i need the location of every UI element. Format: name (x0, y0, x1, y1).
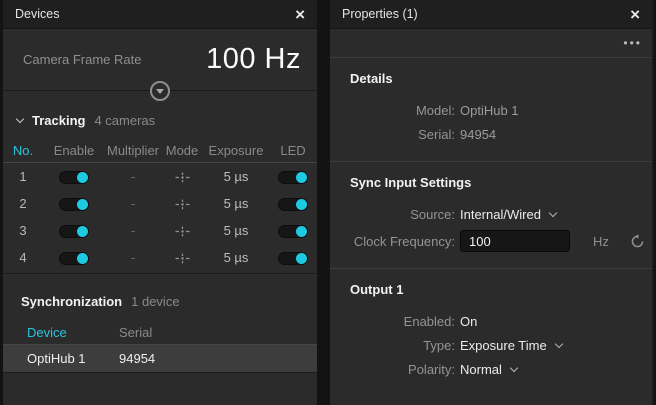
enable-toggle[interactable] (59, 198, 89, 211)
source-row: Source: Internal/Wired (330, 202, 652, 226)
polarity-label: Polarity: (330, 362, 460, 377)
sync-device-row[interactable]: OptiHub 1 94954 (3, 345, 317, 373)
sync-input-settings-title: Sync Input Settings (330, 175, 652, 190)
enable-toggle[interactable] (59, 171, 89, 184)
enabled-row: Enabled: On (330, 309, 652, 333)
multiplier-value: - (105, 196, 161, 211)
devices-panel-title: Devices (15, 7, 293, 21)
camera-frame-rate-label: Camera Frame Rate (23, 52, 206, 67)
column-header-led[interactable]: LED (269, 143, 317, 158)
tracking-camera-count: 4 cameras (94, 113, 155, 128)
chevron-down-icon (156, 89, 164, 94)
sync-table-header-row: Device Serial (3, 321, 317, 345)
serial-label: Serial: (330, 127, 460, 142)
model-value: OptiHub 1 (460, 103, 519, 118)
enabled-label: Enabled: (330, 314, 460, 329)
properties-titlebar: Properties (1) × (330, 0, 652, 29)
source-label: Source: (330, 207, 460, 222)
details-title: Details (330, 71, 652, 86)
exposure-value[interactable]: 5 µs (203, 169, 269, 184)
properties-close-icon[interactable]: × (628, 6, 642, 23)
camera-table-header-row: No. Enable Multiplier Mode Exposure LED (3, 138, 317, 163)
exposure-value[interactable]: 5 µs (203, 223, 269, 238)
column-header-mode[interactable]: Mode (161, 143, 203, 158)
led-toggle[interactable] (278, 171, 308, 184)
more-options-icon[interactable]: ••• (623, 40, 642, 46)
properties-toolbar: ••• (330, 29, 652, 58)
multiplier-value: - (105, 223, 161, 238)
led-toggle[interactable] (278, 225, 308, 238)
chevron-down-icon (16, 114, 24, 122)
column-header-device[interactable]: Device (27, 325, 119, 340)
chevron-down-icon (554, 340, 562, 348)
multiplier-value: - (105, 250, 161, 265)
camera-number: 2 (3, 196, 43, 211)
exposure-value[interactable]: 5 µs (203, 250, 269, 265)
clock-frequency-row: Clock Frequency: Hz (330, 229, 652, 253)
camera-row: 1 - 5 µs (3, 163, 317, 190)
type-dropdown[interactable]: Exposure Time (460, 338, 562, 353)
enabled-value[interactable]: On (460, 314, 477, 329)
column-header-exposure[interactable]: Exposure (203, 143, 269, 158)
model-row: Model: OptiHub 1 (330, 98, 652, 122)
column-header-no[interactable]: No. (3, 143, 43, 158)
tracking-title: Tracking (32, 113, 85, 128)
type-value: Exposure Time (460, 338, 547, 353)
column-header-serial[interactable]: Serial (119, 325, 317, 340)
device-serial: 94954 (119, 351, 317, 366)
type-row: Type: Exposure Time (330, 333, 652, 357)
camera-number: 1 (3, 169, 43, 184)
serial-value: 94954 (460, 127, 496, 142)
chevron-down-icon (549, 209, 557, 217)
details-section: Details Model: OptiHub 1 Serial: 94954 (330, 58, 652, 162)
sync-device-table: Device Serial OptiHub 1 94954 (3, 321, 317, 373)
clock-frequency-unit: Hz (593, 234, 609, 249)
source-dropdown[interactable]: Internal/Wired (460, 207, 556, 222)
camera-table: No. Enable Multiplier Mode Exposure LED … (3, 138, 317, 271)
mode-crosshair-icon[interactable] (175, 197, 190, 212)
properties-panel-title: Properties (1) (342, 7, 628, 21)
devices-panel: Devices × Camera Frame Rate 100 Hz Track… (3, 0, 317, 405)
devices-close-icon[interactable]: × (293, 6, 307, 23)
clock-frequency-input[interactable] (460, 230, 570, 252)
polarity-value: Normal (460, 362, 502, 377)
column-header-multiplier[interactable]: Multiplier (105, 143, 161, 158)
serial-row: Serial: 94954 (330, 122, 652, 146)
type-label: Type: (330, 338, 460, 353)
camera-number: 4 (3, 250, 43, 265)
led-toggle[interactable] (278, 198, 308, 211)
camera-row: 2 - 5 µs (3, 190, 317, 217)
camera-number: 3 (3, 223, 43, 238)
synchronization-title: Synchronization (21, 294, 122, 309)
enable-toggle[interactable] (59, 225, 89, 238)
source-value: Internal/Wired (460, 207, 541, 222)
synchronization-section-header: Synchronization 1 device (3, 274, 317, 309)
synchronization-device-count: 1 device (131, 294, 179, 309)
chevron-down-icon (510, 364, 518, 372)
reset-undo-icon[interactable] (630, 234, 645, 249)
sync-input-settings-section: Sync Input Settings Source: Internal/Wir… (330, 162, 652, 269)
led-toggle[interactable] (278, 252, 308, 265)
polarity-row: Polarity: Normal (330, 357, 652, 381)
frame-rate-expander-button[interactable] (150, 81, 170, 101)
mode-crosshair-icon[interactable] (175, 170, 190, 185)
mode-crosshair-icon[interactable] (175, 251, 190, 266)
model-label: Model: (330, 103, 460, 118)
camera-row: 3 - 5 µs (3, 217, 317, 244)
mode-crosshair-icon[interactable] (175, 224, 190, 239)
polarity-dropdown[interactable]: Normal (460, 362, 517, 377)
enable-toggle[interactable] (59, 252, 89, 265)
exposure-value[interactable]: 5 µs (203, 196, 269, 211)
properties-panel: Properties (1) × ••• Details Model: Opti… (330, 0, 654, 405)
camera-frame-rate-value[interactable]: 100 Hz (206, 43, 301, 76)
output1-title: Output 1 (330, 282, 652, 297)
column-header-enable[interactable]: Enable (43, 143, 105, 158)
device-name: OptiHub 1 (27, 351, 119, 366)
output1-section: Output 1 Enabled: On Type: Exposure Time… (330, 269, 652, 396)
clock-frequency-label: Clock Frequency: (330, 234, 460, 249)
devices-titlebar: Devices × (3, 0, 317, 29)
multiplier-value: - (105, 169, 161, 184)
camera-row: 4 - 5 µs (3, 244, 317, 271)
